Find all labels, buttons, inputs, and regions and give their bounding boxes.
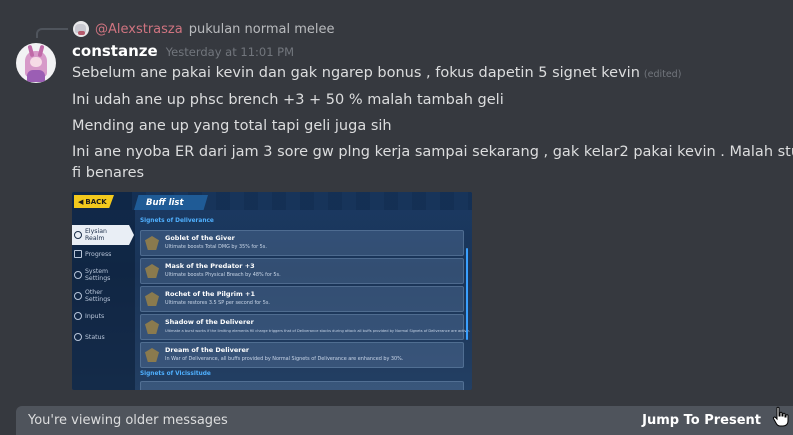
buff-desc: Ultimate boosts Physical Breach by 48% f… (165, 272, 281, 278)
target-icon (74, 333, 82, 341)
section-label-deliverance: Signets of Deliverance (140, 218, 214, 224)
sidebar-item-inputs: Inputs (74, 312, 104, 320)
avatar[interactable] (16, 43, 56, 83)
reply-reference[interactable]: @Alexstrasza pukulan normal melee (73, 19, 334, 39)
sidebar-item-other-settings: Other Settings (74, 289, 110, 303)
buff-item: Dream of the Deliverer In War of Deliver… (140, 342, 464, 368)
message-text: Sebelum ane pakai kevin dan gak ngarep b… (72, 65, 640, 81)
hand-cursor-icon (772, 406, 789, 427)
buff-name: Rochet of the Pilgrim +1 (165, 290, 256, 298)
buff-item: Mask of the Predator +3 Ultimate boosts … (140, 258, 464, 284)
reply-text[interactable]: pukulan normal melee (189, 22, 335, 37)
buff-item: Rochet of the Pilgrim +1 Ultimate restor… (140, 286, 464, 312)
message-line: Ini ane nyoba ER dari jam 3 sore gw plng… (72, 144, 793, 160)
signet-icon (145, 348, 159, 362)
edited-label: (edited) (643, 69, 682, 80)
buff-desc: In War of Deliverance, all buffs provide… (165, 356, 404, 362)
signet-icon (145, 264, 159, 278)
message-line: fi benares (72, 165, 145, 181)
sidebar-item-elysian-realm: Elysian Realm (72, 225, 134, 245)
reply-avatar (73, 21, 89, 37)
message-line: Sebelum ane pakai kevin dan gak ngarep b… (72, 65, 681, 81)
older-messages-bar: You're viewing older messages Jump To Pr… (16, 406, 793, 435)
buff-name: Shadow of the Deliverer (165, 318, 254, 326)
signet-icon (145, 236, 159, 250)
older-messages-text: You're viewing older messages (28, 413, 228, 428)
section-label-vicissitude-text: Signets of Vicissitude (140, 371, 211, 377)
sidebar-item-status: Status (74, 333, 105, 341)
back-button: ◀ BACK (74, 195, 114, 208)
scrollbar (466, 248, 468, 340)
settings-icon (74, 271, 82, 279)
settings-icon (74, 292, 82, 300)
reply-author[interactable]: @Alexstrasza (95, 22, 183, 37)
gamepad-icon (74, 312, 82, 320)
buff-name: Goblet of the Giver (165, 234, 235, 242)
buff-item: Shadow of the Deliverer Ultimate a burst… (140, 314, 470, 340)
message-line: Ini udah ane up phsc brench +3 + 50 % ma… (72, 92, 504, 108)
sidebar-item-system-settings: System Settings (74, 268, 110, 282)
image-attachment[interactable]: ◀ BACK Buff list Elysian Realm Progress S… (72, 192, 472, 390)
message-line: Mending ane up yang total tapi geli juga… (72, 118, 392, 134)
buff-item-partial (140, 381, 464, 390)
buff-desc: Ultimate a burst works if the limiting e… (165, 329, 471, 333)
sidebar-item-progress: Progress (74, 250, 111, 258)
buff-name: Dream of the Deliverer (165, 346, 250, 354)
buff-item: Goblet of the Giver Ultimate boosts Tota… (140, 230, 464, 256)
gear-icon (74, 231, 82, 239)
buff-desc: Ultimate restores 3.5 SP per second for … (165, 300, 270, 306)
jump-to-present-button[interactable]: Jump To Present (642, 413, 761, 428)
message-header: constanze Yesterday at 11:01 PM (72, 42, 294, 60)
back-arrow-icon: ◀ (78, 197, 84, 206)
timestamp: Yesterday at 11:01 PM (165, 45, 295, 59)
reply-spine (36, 28, 68, 38)
buff-list-title: Buff list (134, 195, 208, 210)
signet-icon (145, 320, 159, 334)
username[interactable]: constanze (72, 42, 158, 60)
buff-desc: Ultimate boosts Total DMG by 35% for 5s. (165, 244, 267, 250)
signet-icon (145, 292, 159, 306)
document-icon (74, 250, 82, 258)
buff-name: Mask of the Predator +3 (165, 262, 255, 270)
